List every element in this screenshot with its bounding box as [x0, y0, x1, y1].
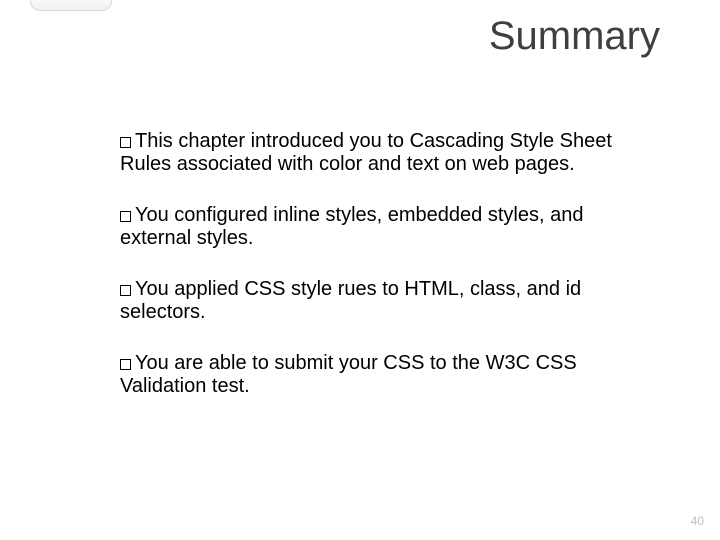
bullet-square-icon — [120, 285, 131, 296]
bullet-text: This chapter introduced you to Cascading… — [120, 130, 612, 175]
page-number: 40 — [691, 514, 704, 528]
list-item: You configured inline styles, embedded s… — [120, 204, 630, 250]
list-item: This chapter introduced you to Cascading… — [120, 130, 630, 176]
slide-tab-decoration — [30, 0, 112, 11]
bullet-square-icon — [120, 137, 131, 148]
bullet-text: You configured inline styles, embedded s… — [120, 204, 583, 249]
list-item: You applied CSS style rues to HTML, clas… — [120, 278, 630, 324]
page-title: Summary — [489, 14, 660, 59]
bullet-text: You are able to submit your CSS to the W… — [120, 352, 577, 397]
bullet-square-icon — [120, 359, 131, 370]
bullet-text: You applied CSS style rues to HTML, clas… — [120, 278, 581, 323]
bullet-square-icon — [120, 211, 131, 222]
list-item: You are able to submit your CSS to the W… — [120, 352, 630, 398]
bullet-list: This chapter introduced you to Cascading… — [120, 130, 630, 426]
